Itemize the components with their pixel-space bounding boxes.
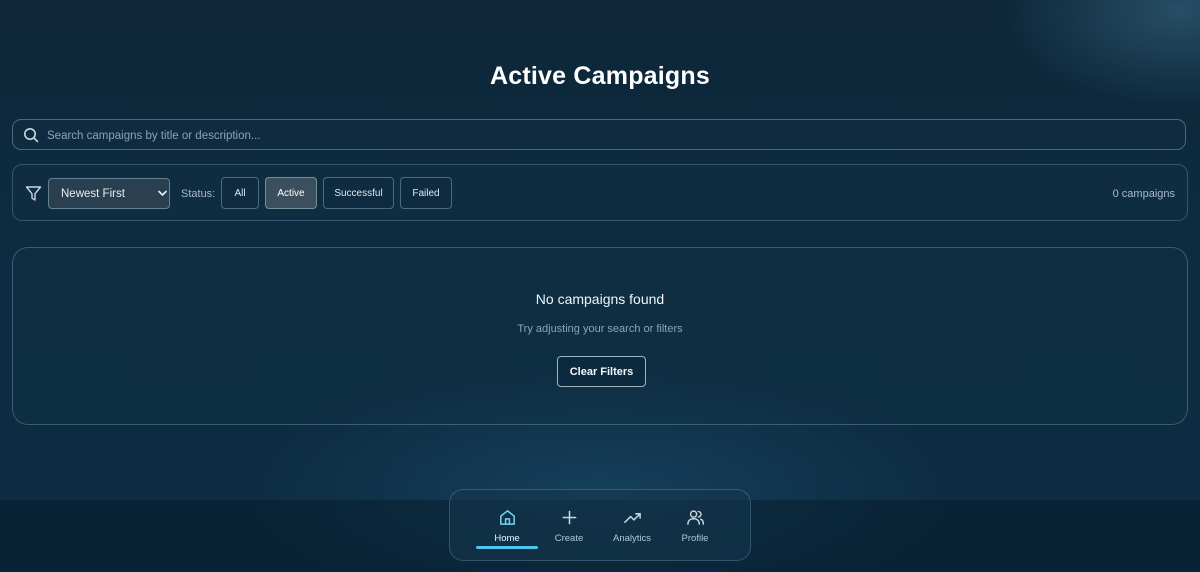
status-label: Status: (181, 188, 216, 200)
nav-item-profile[interactable]: Profile (664, 508, 726, 552)
clear-filters-label: Clear Filters (569, 365, 634, 378)
page-title: Active Campaigns (490, 62, 710, 90)
sort-select[interactable]: Newest First (48, 178, 170, 209)
trending-up-icon (623, 512, 641, 524)
empty-state-subtitle: Try adjusting your search or filters (517, 323, 683, 335)
status-chip-active-label: Active (277, 187, 305, 199)
nav-label-analytics: Analytics (612, 533, 651, 544)
nav-label-create: Create (554, 533, 584, 544)
filter-icon[interactable] (25, 185, 42, 202)
status-chip-failed[interactable]: Failed (400, 177, 452, 209)
nav-item-analytics[interactable]: Analytics (601, 508, 663, 552)
sort-select-value: Newest First (61, 187, 125, 200)
status-chip-all-label: All (234, 187, 246, 199)
nav-label-home: Home (494, 533, 520, 544)
empty-state-card: No campaigns found Try adjusting your se… (12, 247, 1188, 425)
users-icon (686, 510, 704, 525)
bottom-nav: Home Create Analytics Profile (449, 489, 751, 561)
status-chip-failed-label: Failed (412, 187, 440, 199)
status-chip-successful-label: Successful (334, 187, 383, 199)
filter-bar: Newest First Status: All Active Successf… (12, 164, 1188, 221)
status-chip-active[interactable]: Active (265, 177, 317, 209)
search-bar[interactable] (12, 119, 1186, 150)
chevron-down-icon (158, 190, 167, 196)
clear-filters-button[interactable]: Clear Filters (557, 356, 646, 387)
nav-label-profile: Profile (681, 533, 709, 544)
nav-active-indicator (476, 546, 538, 549)
campaign-count: 0 campaigns (1112, 188, 1175, 200)
empty-state-title: No campaigns found (535, 291, 665, 307)
home-icon (499, 510, 515, 525)
status-chip-successful[interactable]: Successful (323, 177, 394, 209)
status-chip-all[interactable]: All (221, 177, 259, 209)
search-input[interactable] (45, 124, 1169, 148)
nav-item-create[interactable]: Create (538, 508, 600, 552)
search-icon (24, 128, 39, 143)
plus-icon (562, 510, 576, 525)
